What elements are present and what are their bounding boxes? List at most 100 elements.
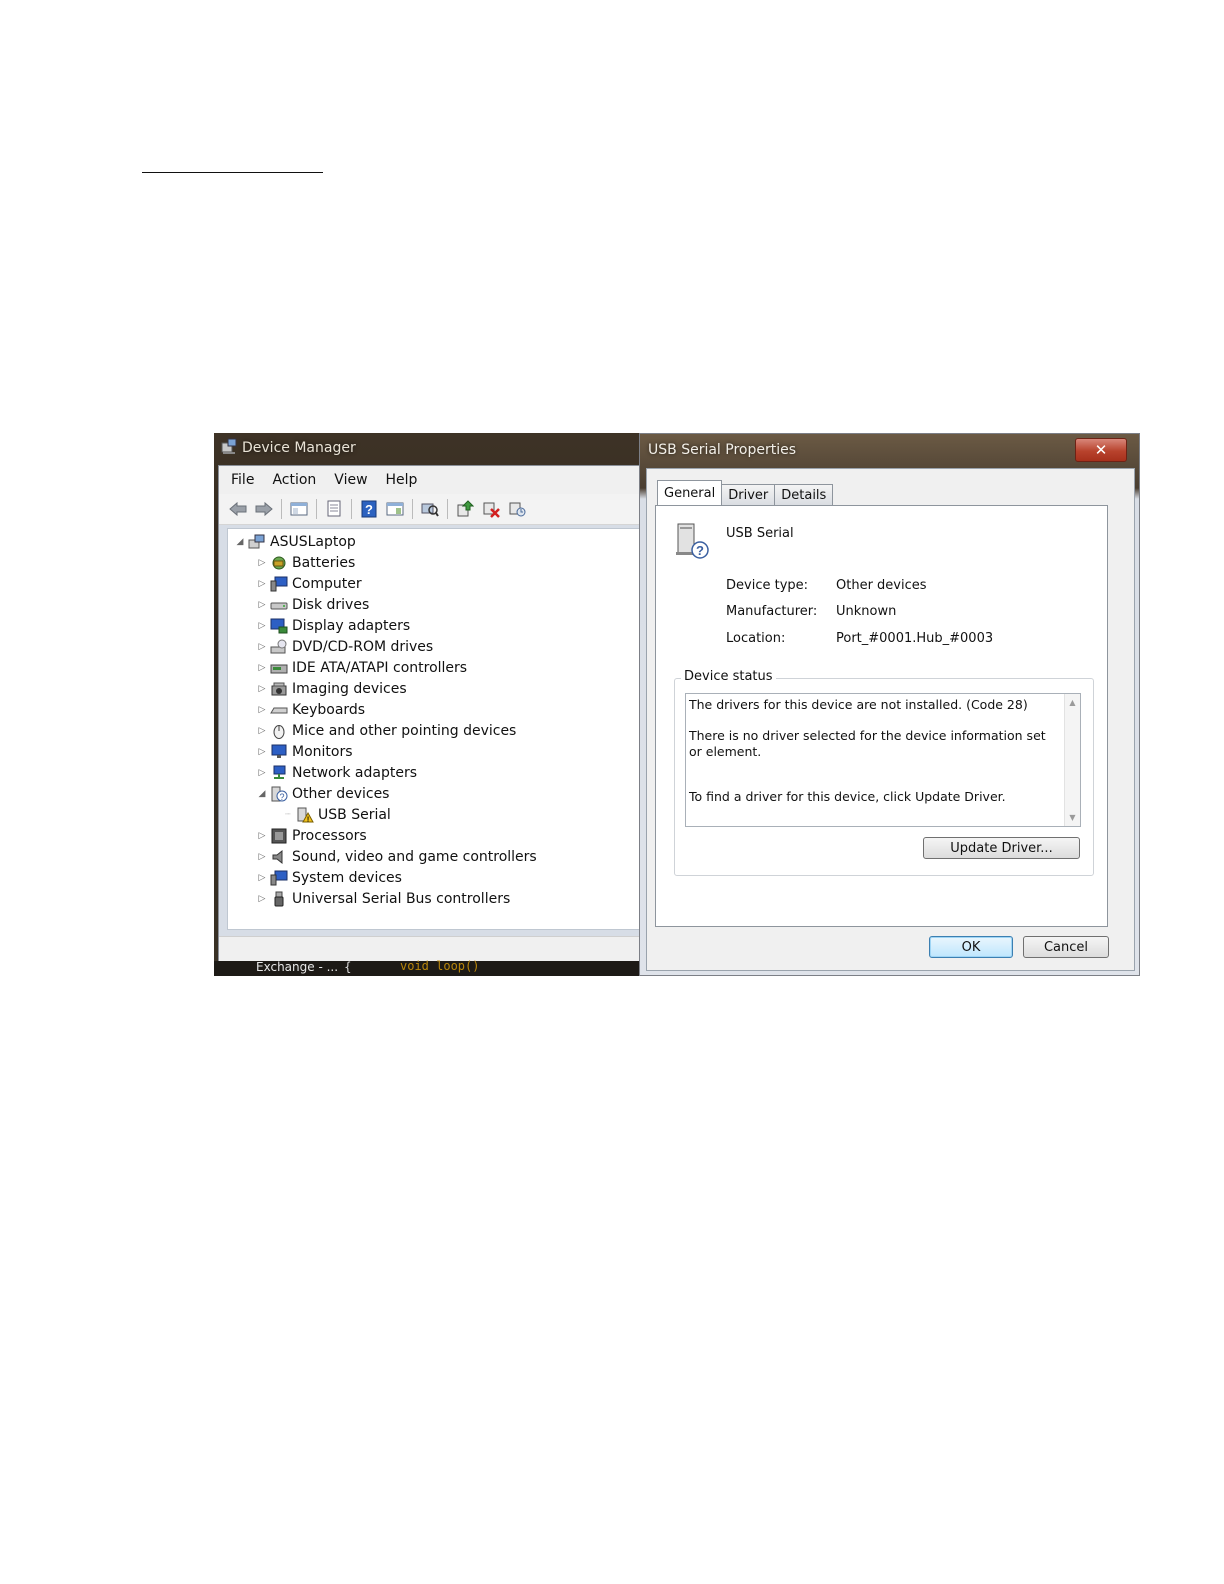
- tree-item-label: Sound, video and game controllers: [292, 848, 537, 865]
- taskbar-item[interactable]: Exchange - ...: [256, 960, 338, 974]
- taskbar-item: {: [344, 960, 352, 974]
- update-driver-icon[interactable]: [454, 498, 476, 520]
- device-name: USB Serial: [726, 526, 794, 541]
- tree-item-label: Universal Serial Bus controllers: [292, 890, 511, 907]
- tree-item-imaging-devices[interactable]: ▷ Imaging devices: [256, 678, 407, 699]
- ok-button[interactable]: OK: [929, 936, 1013, 958]
- help-icon[interactable]: ?: [358, 498, 380, 520]
- tree-item-label: Display adapters: [292, 617, 411, 634]
- svg-text:?: ?: [696, 543, 704, 558]
- menu-file[interactable]: File: [231, 472, 254, 488]
- tree-item-usb-controllers[interactable]: ▷ Universal Serial Bus controllers: [256, 888, 511, 909]
- processor-icon: [270, 828, 288, 844]
- show-hide-console-tree-icon[interactable]: [288, 498, 310, 520]
- menu-view[interactable]: View: [334, 472, 367, 488]
- expand-arrow-icon[interactable]: ▷: [256, 726, 268, 736]
- properties-dialog: USB Serial Properties ✕ General Driver D…: [639, 433, 1140, 976]
- usb-icon: [270, 891, 288, 907]
- tree-item-disk-drives[interactable]: ▷ Disk drives: [256, 594, 370, 615]
- system-devices-icon: [270, 870, 288, 886]
- close-button[interactable]: ✕: [1075, 438, 1127, 462]
- status-line: To find a driver for this device, click …: [689, 789, 1006, 804]
- disable-device-icon[interactable]: [506, 498, 528, 520]
- tree-item-label: System devices: [292, 869, 402, 886]
- expand-arrow-icon[interactable]: ▷: [256, 894, 268, 904]
- tree-item-processors[interactable]: ▷ Processors: [256, 825, 367, 846]
- page-underline-rule: [142, 172, 323, 173]
- tree-root-label: ASUSLaptop: [270, 533, 356, 550]
- expand-arrow-icon[interactable]: ▷: [256, 642, 268, 652]
- expand-arrow-icon[interactable]: ▷: [256, 600, 268, 610]
- expand-arrow-icon[interactable]: ▷: [256, 579, 268, 589]
- location-label: Location:: [726, 631, 786, 646]
- tree-item-system-devices[interactable]: ▷ System devices: [256, 867, 402, 888]
- menu-action[interactable]: Action: [272, 472, 316, 488]
- scroll-up-icon[interactable]: ▲: [1065, 698, 1080, 707]
- expand-arrow-icon[interactable]: ▷: [256, 684, 268, 694]
- expand-arrow-icon[interactable]: ▷: [256, 873, 268, 883]
- collapse-arrow-icon[interactable]: ◢: [256, 789, 268, 799]
- scroll-down-icon[interactable]: ▼: [1065, 813, 1080, 822]
- computer-icon: [270, 576, 288, 592]
- expand-arrow-icon[interactable]: ▷: [256, 831, 268, 841]
- tab-general[interactable]: General: [657, 480, 723, 505]
- tree-item-mice[interactable]: ▷ Mice and other pointing devices: [256, 720, 516, 741]
- tree-item-keyboards[interactable]: ▷ Keyboards: [256, 699, 366, 720]
- tree-item-label: Imaging devices: [292, 680, 407, 697]
- action-pane-icon[interactable]: [384, 498, 406, 520]
- collapse-arrow-icon[interactable]: ◢: [234, 537, 246, 547]
- tree-item-usb-serial[interactable]: ┈ ! USB Serial: [282, 804, 391, 825]
- expand-arrow-icon[interactable]: ▷: [256, 705, 268, 715]
- expand-arrow-icon[interactable]: ▷: [256, 768, 268, 778]
- scan-hardware-icon[interactable]: [419, 498, 441, 520]
- device-type-value: Other devices: [836, 578, 927, 593]
- expand-arrow-icon[interactable]: ▷: [256, 747, 268, 757]
- update-driver-button[interactable]: Update Driver...: [923, 837, 1080, 859]
- expand-arrow-icon[interactable]: ▷: [256, 852, 268, 862]
- device-status-textbox[interactable]: The drivers for this device are not inst…: [685, 693, 1081, 827]
- location-value: Port_#0001.Hub_#0003: [836, 631, 994, 646]
- tree-item-label: Processors: [292, 827, 367, 844]
- tree-item-label: USB Serial: [318, 806, 391, 823]
- tab-driver[interactable]: Driver: [721, 484, 776, 505]
- uninstall-icon[interactable]: [480, 498, 502, 520]
- warning-device-icon: !: [296, 807, 314, 823]
- forward-arrow-icon[interactable]: [253, 498, 275, 520]
- status-scrollbar[interactable]: ▲ ▼: [1064, 694, 1080, 826]
- unknown-device-icon: ?: [672, 520, 712, 560]
- tree-item-monitors[interactable]: ▷ Monitors: [256, 741, 353, 762]
- manufacturer-label: Manufacturer:: [726, 604, 818, 619]
- tree-root[interactable]: ◢ ASUSLaptop: [234, 531, 356, 552]
- ide-controller-icon: [270, 660, 288, 676]
- expand-arrow-icon[interactable]: ▷: [256, 663, 268, 673]
- tree-connector: ┈: [285, 809, 291, 820]
- tree-item-other-devices[interactable]: ◢ ? Other devices: [256, 783, 390, 804]
- tree-item-sound[interactable]: ▷ Sound, video and game controllers: [256, 846, 537, 867]
- tree-item-label: Network adapters: [292, 764, 417, 781]
- camera-icon: [270, 681, 288, 697]
- toolbar-separator: [351, 499, 352, 519]
- properties-icon[interactable]: [323, 498, 345, 520]
- dvd-drive-icon: [270, 639, 288, 655]
- unknown-device-icon: ?: [270, 786, 288, 802]
- tree-item-network-adapters[interactable]: ▷ Network adapters: [256, 762, 417, 783]
- back-arrow-icon[interactable]: [227, 498, 249, 520]
- monitor-icon: [270, 744, 288, 760]
- tree-item-computer[interactable]: ▷ Computer: [256, 573, 362, 594]
- tree-item-label: Mice and other pointing devices: [292, 722, 517, 739]
- svg-text:?: ?: [279, 792, 284, 802]
- taskbar-code-text: void loop(): [400, 959, 480, 973]
- svg-text:?: ?: [365, 502, 373, 517]
- tree-item-label: Other devices: [292, 785, 390, 802]
- tree-item-batteries[interactable]: ▷ Batteries: [256, 552, 356, 573]
- expand-arrow-icon[interactable]: ▷: [256, 558, 268, 568]
- tree-item-ide-controllers[interactable]: ▷ IDE ATA/ATAPI controllers: [256, 657, 468, 678]
- tree-item-dvd-drives[interactable]: ▷ DVD/CD-ROM drives: [256, 636, 434, 657]
- cancel-button[interactable]: Cancel: [1023, 936, 1109, 958]
- device-manager-titlebar: Device Manager: [214, 433, 644, 463]
- svg-text:!: !: [307, 816, 309, 823]
- tab-details[interactable]: Details: [774, 484, 834, 505]
- expand-arrow-icon[interactable]: ▷: [256, 621, 268, 631]
- menu-help[interactable]: Help: [386, 472, 418, 488]
- tree-item-display-adapters[interactable]: ▷ Display adapters: [256, 615, 411, 636]
